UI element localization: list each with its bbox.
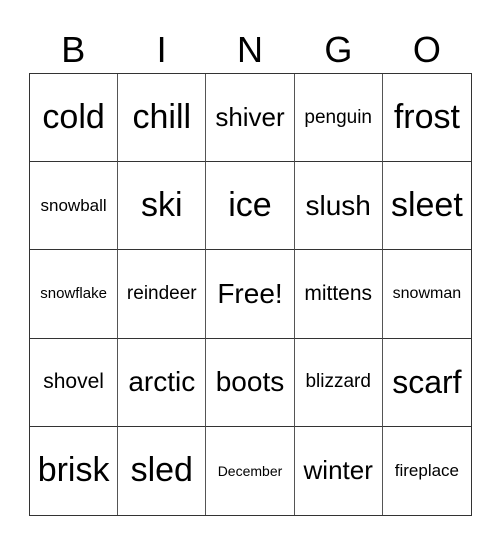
- bingo-header: B I N G O: [29, 28, 471, 72]
- free-space-cell: Free!: [206, 250, 295, 339]
- header-letter-o: O: [412, 29, 441, 70]
- bingo-cell: frost: [382, 74, 471, 163]
- bingo-grid: cold chill shiver penguin frost snowball…: [29, 73, 472, 516]
- bingo-cell: snowman: [382, 250, 471, 339]
- bingo-cell: fireplace: [394, 460, 460, 480]
- bingo-cell: reindeer: [118, 250, 207, 339]
- bingo-cell: ski: [118, 162, 207, 251]
- bingo-cell: snowflake: [30, 250, 119, 339]
- bingo-cell: brisk: [30, 426, 119, 515]
- header-letter-n: N: [237, 29, 264, 70]
- bingo-cell: arctic: [118, 338, 207, 427]
- bingo-cell: shovel: [30, 338, 119, 427]
- bingo-cell: boots: [206, 338, 295, 427]
- header-letter-i: I: [156, 29, 167, 70]
- bingo-cell: December: [206, 426, 295, 515]
- bingo-cell: snowball: [30, 162, 119, 251]
- bingo-cell: scarf: [382, 339, 471, 427]
- bingo-cell: ice: [206, 162, 295, 251]
- bingo-cell: penguin: [294, 74, 383, 163]
- bingo-cell: sleet: [382, 162, 471, 251]
- bingo-cell: blizzard: [294, 338, 383, 427]
- bingo-cell: shiver: [206, 74, 295, 163]
- bingo-cell: cold: [30, 74, 119, 163]
- header-letter-b: B: [61, 29, 86, 70]
- bingo-cell: sled: [118, 426, 207, 515]
- bingo-cell: chill: [118, 74, 207, 163]
- header-letter-g: G: [324, 29, 353, 70]
- bingo-cell: slush: [294, 162, 383, 251]
- bingo-cell: winter: [295, 426, 383, 515]
- bingo-cell: mittens: [294, 250, 383, 339]
